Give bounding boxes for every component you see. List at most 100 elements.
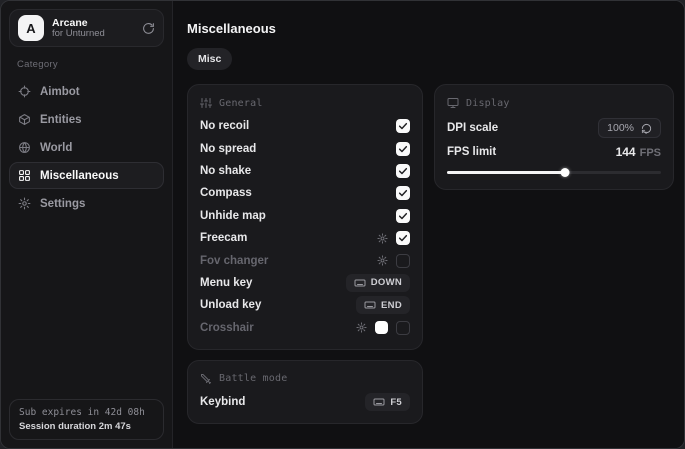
sidebar-item-label: Entities [40,114,82,126]
general-row-no-shake: No shake [200,160,410,182]
row-controls: END [356,296,410,314]
crosshair-icon [18,85,31,98]
row-controls [356,321,410,335]
display-panel: Display DPI scale 100% FPS limit [434,84,674,190]
row-controls [377,254,410,268]
sword-icon [200,373,212,385]
dpi-scale-label: DPI scale [447,122,498,134]
row-label: No recoil [200,120,249,132]
gear-icon[interactable] [356,322,367,333]
sub-expires-text: Sub expires in 42d 08h [19,407,154,418]
row-controls [396,186,410,200]
app-subtitle: for Unturned [52,29,134,40]
row-controls [396,142,410,156]
row-label: Unhide map [200,210,266,222]
keyboard-icon [364,299,376,311]
keybind-key: DOWN [371,277,402,288]
app-logo: A [18,15,44,41]
tab-misc[interactable]: Misc [187,48,232,70]
checkbox[interactable] [396,321,410,335]
page-title: Miscellaneous [187,21,674,36]
gear-icon[interactable] [377,255,388,266]
row-label: Fov changer [200,255,268,267]
reset-icon[interactable] [641,123,652,134]
fps-limit-slider[interactable] [447,165,661,179]
sidebar-item-miscellaneous[interactable]: Miscellaneous [9,162,164,189]
checkbox[interactable] [396,209,410,223]
dpi-scale-value: 100% [607,122,634,134]
row-controls [396,119,410,133]
checkbox[interactable] [396,186,410,200]
row-label: No spread [200,143,256,155]
app-window: A Arcane for Unturned Category Aimbot Ent… [0,0,685,449]
color-swatch[interactable] [375,321,388,334]
row-label: Unload key [200,299,261,311]
sidebar-nav: Aimbot Entities World Miscellaneous Settings [1,78,172,217]
app-titles: Arcane for Unturned [52,17,134,40]
gear-icon [18,197,31,210]
checkbox[interactable] [396,231,410,245]
general-row-fov-changer: Fov changer [200,249,410,271]
keybind-badge[interactable]: DOWN [346,274,410,292]
sidebar: A Arcane for Unturned Category Aimbot Ent… [1,1,173,448]
checkbox[interactable] [396,254,410,268]
sliders-icon [200,97,212,109]
row-label: Menu key [200,277,252,289]
grid-icon [18,169,31,182]
app-name: Arcane [52,17,134,29]
checkbox[interactable] [396,119,410,133]
row-label: Crosshair [200,322,254,334]
sidebar-item-entities[interactable]: Entities [9,106,164,133]
general-panel: General No recoil No spread No shake Compas… [187,84,423,350]
fps-limit-row: FPS limit 144 FPS [447,141,661,163]
battle-mode-panel-title: Battle mode [219,373,287,384]
dpi-scale-input[interactable]: 100% [598,118,661,138]
checkbox[interactable] [396,142,410,156]
general-panel-title: General [219,98,263,109]
general-row-menu-key: Menu key DOWN [200,272,410,294]
sidebar-item-settings[interactable]: Settings [9,190,164,217]
slider-thumb[interactable] [560,168,569,177]
cube-icon [18,113,31,126]
row-label: Compass [200,187,252,199]
sidebar-header: A Arcane for Unturned [9,9,164,47]
sidebar-item-aimbot[interactable]: Aimbot [9,78,164,105]
row-controls [396,164,410,178]
main-area: Miscellaneous Misc General No recoil No s… [173,1,685,448]
sidebar-item-label: Settings [40,198,85,210]
general-row-no-recoil: No recoil [200,115,410,137]
row-label: Freecam [200,232,247,244]
fps-limit-label: FPS limit [447,146,496,158]
keyboard-icon [354,277,366,289]
row-controls: DOWN [346,274,410,292]
battle-keybind-key: F5 [390,397,402,408]
fps-limit-value: 144 [616,145,636,159]
sidebar-item-label: Miscellaneous [40,170,119,182]
monitor-icon [447,97,459,109]
dpi-scale-row: DPI scale 100% [447,115,661,141]
category-label: Category [17,59,172,70]
general-row-compass: Compass [200,182,410,204]
gear-icon[interactable] [377,233,388,244]
sidebar-item-label: Aimbot [40,86,80,98]
keybind-badge[interactable]: END [356,296,410,314]
sidebar-item-world[interactable]: World [9,134,164,161]
keybind-key: END [381,300,402,311]
display-panel-title: Display [466,98,510,109]
sync-icon[interactable] [142,22,155,35]
general-row-crosshair: Crosshair [200,317,410,339]
general-row-no-spread: No spread [200,137,410,159]
globe-icon [18,141,31,154]
keybind-label: Keybind [200,396,245,408]
general-row-unload-key: Unload key END [200,294,410,316]
checkbox[interactable] [396,164,410,178]
row-controls [396,209,410,223]
battle-keybind-badge[interactable]: F5 [365,393,410,411]
keyboard-icon [373,396,385,408]
slider-fill [447,171,565,174]
tab-bar: Misc [187,48,674,70]
general-rows: No recoil No spread No shake Compass Unhide … [200,115,410,339]
general-row-freecam: Freecam [200,227,410,249]
row-label: No shake [200,165,251,177]
fps-limit-unit: FPS [640,147,661,159]
